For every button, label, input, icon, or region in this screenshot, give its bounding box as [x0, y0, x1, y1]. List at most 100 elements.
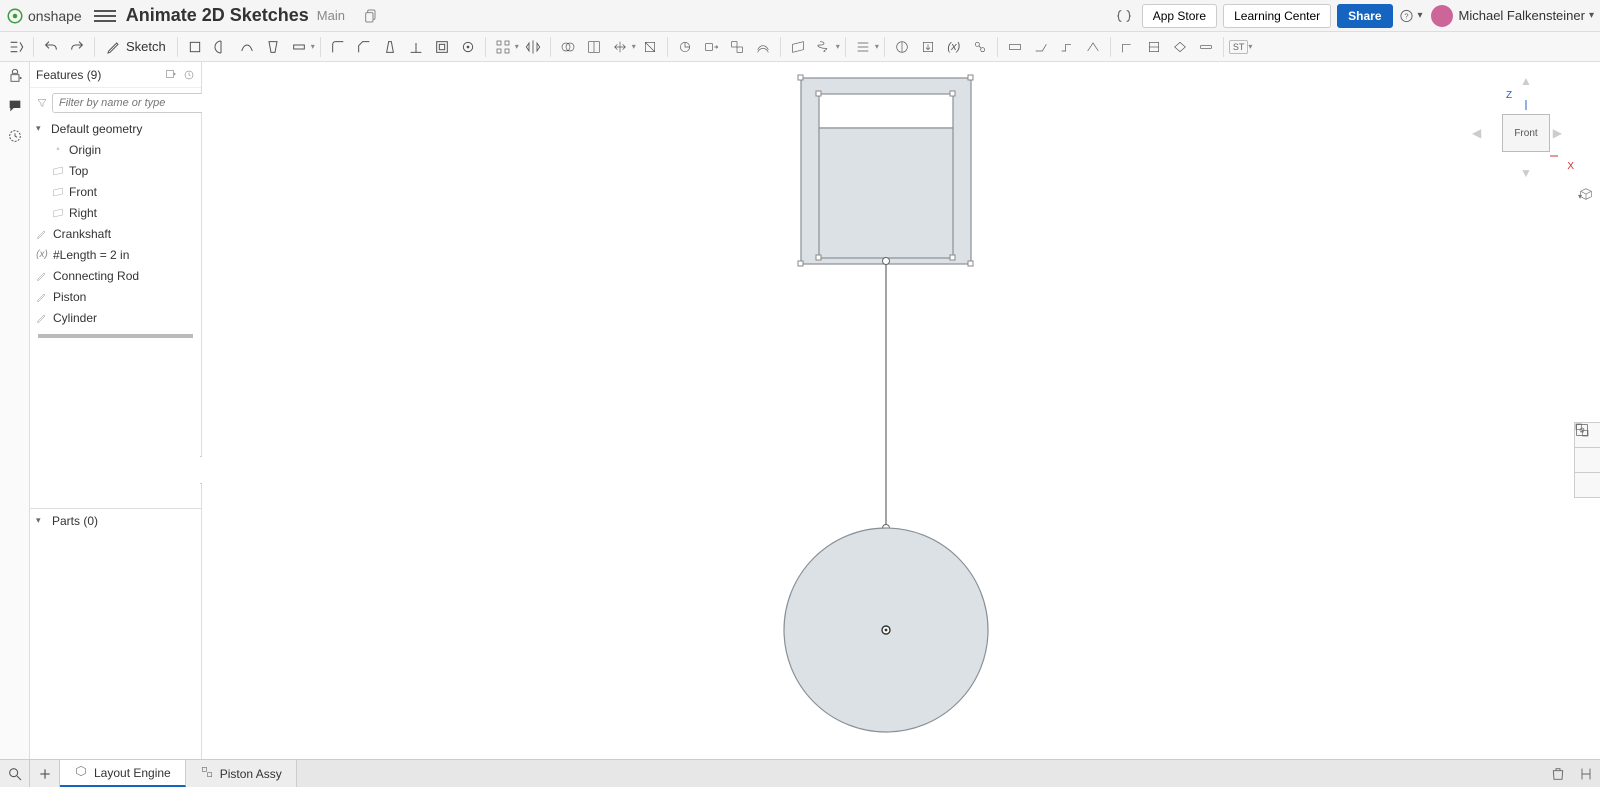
graphics-canvas[interactable]: Z ▲ ◀ ▶ ▼ Front X ▾ x: [202, 62, 1600, 759]
sheetmetal-icon[interactable]: [1003, 35, 1027, 59]
featurescript-icon[interactable]: [1112, 4, 1136, 28]
sketch-button[interactable]: Sketch: [100, 35, 172, 59]
section-view-icon[interactable]: [890, 35, 914, 59]
sketch-feature-icon: [36, 312, 48, 324]
split-icon[interactable]: [582, 35, 606, 59]
move-face-icon[interactable]: [699, 35, 723, 59]
app-store-button[interactable]: App Store: [1142, 4, 1217, 28]
tree-feature-cylinder[interactable]: Cylinder: [30, 307, 201, 328]
boolean-icon[interactable]: [556, 35, 580, 59]
feature-tree-toggle-icon[interactable]: [4, 35, 28, 59]
left-rail: [0, 62, 30, 759]
tree-default-geometry[interactable]: ▾ Default geometry: [30, 118, 201, 139]
undo-icon[interactable]: [39, 35, 63, 59]
mirror-icon[interactable]: [521, 35, 545, 59]
user-avatar[interactable]: [1431, 5, 1453, 27]
viewcube-up-arrow-icon[interactable]: ▲: [1520, 74, 1532, 88]
trash-icon[interactable]: [1544, 760, 1572, 787]
rib-icon[interactable]: [404, 35, 428, 59]
fillet-icon[interactable]: [326, 35, 350, 59]
tab-layout-engine[interactable]: Layout Engine: [60, 760, 186, 787]
modify-fillet-icon[interactable]: [673, 35, 697, 59]
offset-surface-icon[interactable]: [751, 35, 775, 59]
flange-icon[interactable]: [1029, 35, 1053, 59]
variable-icon: (x): [36, 249, 48, 261]
st-indicator[interactable]: ST: [1229, 40, 1249, 54]
feature-filter-input[interactable]: [52, 93, 209, 113]
variable-icon[interactable]: (x): [942, 35, 966, 59]
search-tabs-icon[interactable]: [0, 760, 30, 787]
part-studio-tab-icon: [74, 764, 88, 781]
add-feature-btn-icon[interactable]: [165, 69, 177, 81]
parts-header[interactable]: ▾ Parts (0): [30, 508, 201, 532]
make-transparent-icon[interactable]: x: [1574, 472, 1600, 498]
sm-relief-icon[interactable]: [1142, 35, 1166, 59]
derived-icon[interactable]: [968, 35, 992, 59]
replace-face-icon[interactable]: [725, 35, 749, 59]
transform-caret[interactable]: ▾: [632, 42, 636, 51]
help-icon[interactable]: ? ▾: [1399, 4, 1423, 28]
sm-flat-icon[interactable]: [1194, 35, 1218, 59]
units-icon[interactable]: [1572, 760, 1600, 787]
tree-feature-piston[interactable]: Piston: [30, 286, 201, 307]
tab-piston-assy[interactable]: Piston Assy: [186, 760, 297, 787]
shell-icon[interactable]: [430, 35, 454, 59]
view-cube[interactable]: Z ▲ ◀ ▶ ▼ Front X ▾: [1466, 74, 1576, 194]
document-copy-icon[interactable]: [359, 4, 383, 28]
comments-icon[interactable]: [5, 96, 25, 116]
add-feature-icon[interactable]: [5, 66, 25, 86]
st-caret[interactable]: ▾: [1248, 42, 1252, 51]
redo-icon[interactable]: [65, 35, 89, 59]
document-title[interactable]: Animate 2D Sketches: [126, 5, 309, 26]
learning-center-button[interactable]: Learning Center: [1223, 4, 1331, 28]
delete-face-icon[interactable]: [638, 35, 662, 59]
tree-plane-right[interactable]: Right: [30, 202, 201, 223]
sm-corner-icon[interactable]: [1116, 35, 1140, 59]
plane-caret[interactable]: ▾: [836, 42, 840, 51]
feature-dropdown-caret[interactable]: ▾: [311, 42, 315, 51]
user-name[interactable]: Michael Falkensteiner: [1459, 8, 1585, 23]
history-icon[interactable]: [5, 126, 25, 146]
tree-feature-length-var[interactable]: (x) #Length = 2 in: [30, 244, 201, 265]
plane-icon[interactable]: [786, 35, 810, 59]
chamfer-icon[interactable]: [352, 35, 376, 59]
tab-icon[interactable]: [1055, 35, 1079, 59]
loft-icon[interactable]: [261, 35, 285, 59]
pattern-caret[interactable]: ▾: [515, 42, 519, 51]
onshape-logo[interactable]: onshape: [6, 7, 82, 25]
import-icon[interactable]: [916, 35, 940, 59]
rollback-bar[interactable]: [38, 334, 193, 338]
viewcube-left-arrow-icon[interactable]: ◀: [1472, 126, 1481, 140]
draft-icon[interactable]: [378, 35, 402, 59]
helix-icon[interactable]: [812, 35, 836, 59]
pencil-icon: [106, 39, 122, 55]
add-tab-icon[interactable]: [30, 760, 60, 787]
thicken-icon[interactable]: [287, 35, 311, 59]
revolve-icon[interactable]: [209, 35, 233, 59]
right-tool-strip: x: [1574, 422, 1600, 497]
pattern-icon[interactable]: [491, 35, 515, 59]
sweep-icon[interactable]: [235, 35, 259, 59]
tree-plane-front[interactable]: Front: [30, 181, 201, 202]
tab-bar: Layout Engine Piston Assy: [0, 759, 1600, 787]
transform-icon[interactable]: [608, 35, 632, 59]
tree-plane-top[interactable]: Top: [30, 160, 201, 181]
rollback-icon[interactable]: [183, 69, 195, 81]
extrude-icon[interactable]: [183, 35, 207, 59]
bend-icon[interactable]: [1081, 35, 1105, 59]
mate-caret[interactable]: ▾: [875, 42, 879, 51]
hole-icon[interactable]: [456, 35, 480, 59]
mate-connector-icon[interactable]: [851, 35, 875, 59]
isolate-icon[interactable]: [1574, 447, 1600, 473]
sm-unfold-icon[interactable]: [1168, 35, 1192, 59]
user-menu-caret[interactable]: ▾: [1589, 10, 1594, 21]
plane-icon: [52, 207, 64, 219]
viewcube-home-icon[interactable]: ▾: [1578, 186, 1582, 202]
share-button[interactable]: Share: [1337, 4, 1392, 28]
menu-icon[interactable]: [94, 5, 116, 27]
filter-icon[interactable]: [36, 97, 48, 109]
tree-origin[interactable]: ◦ Origin: [30, 139, 201, 160]
document-subtitle[interactable]: Main: [317, 8, 345, 23]
tree-feature-connecting-rod[interactable]: Connecting Rod: [30, 265, 201, 286]
tree-feature-crankshaft[interactable]: Crankshaft: [30, 223, 201, 244]
